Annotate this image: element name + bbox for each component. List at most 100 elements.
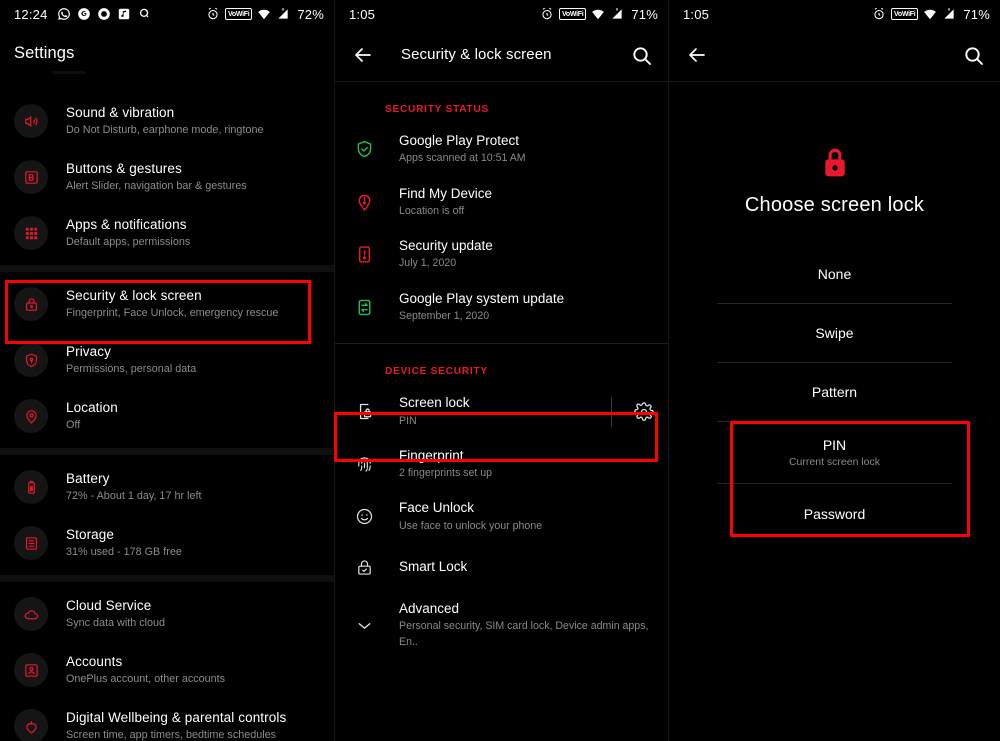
security-row-security-update[interactable]: Security update July 1, 2020 (335, 228, 668, 281)
vowifi-icon: VoWiFi (891, 8, 919, 20)
wifi-icon (923, 7, 937, 21)
settings-row-sound-vibration[interactable]: Sound & vibration Do Not Disturb, earpho… (0, 93, 334, 149)
shield-check-icon (351, 139, 377, 160)
row-title: Cloud Service (66, 597, 152, 613)
wellbeing-icon (14, 709, 48, 741)
status-time: 12:24 (14, 6, 48, 22)
security-row-fingerprint[interactable]: Fingerprint 2 fingerprints set up (335, 438, 668, 491)
whatsapp-icon (57, 7, 71, 21)
button-icon (14, 160, 48, 194)
screen-lock-option-swipe[interactable]: Swipe (717, 304, 952, 363)
row-title: Buttons & gestures (66, 160, 182, 176)
settings-row-battery[interactable]: Battery 72% - About 1 day, 17 hr left (0, 459, 334, 515)
system-update-icon (351, 297, 377, 318)
security-row-screen-lock[interactable]: Screen lock PIN (335, 385, 668, 438)
status-notification-icons (57, 7, 151, 21)
settings-row-digital-wellbeing[interactable]: Digital Wellbeing & parental controls Sc… (0, 698, 334, 741)
search-icon[interactable] (962, 44, 984, 66)
option-label: PIN (822, 437, 847, 453)
row-subtitle: Off (66, 418, 81, 431)
page-title: Settings (14, 44, 75, 62)
row-subtitle: Default apps, permissions (66, 235, 191, 248)
row-title: Google Play system update (399, 290, 565, 306)
security-row-advanced[interactable]: Advanced Personal security, SIM card loc… (335, 591, 668, 659)
row-subtitle: 72% - About 1 day, 17 hr left (66, 489, 202, 502)
option-label: None (817, 266, 852, 282)
panel-choose-screen-lock: 1:05 VoWiFi 71% Choose screen lock None (668, 0, 1000, 741)
signal-icon (942, 7, 956, 21)
row-subtitle: Do Not Disturb, earphone mode, ringtone (66, 123, 264, 136)
face-unlock-icon (351, 506, 377, 527)
row-title: Smart Lock (399, 558, 468, 574)
settings-row-buttons-gestures[interactable]: Buttons & gestures Alert Slider, navigat… (0, 149, 334, 205)
option-label: Swipe (815, 325, 854, 341)
settings-row-security-lock-screen[interactable]: Security & lock screen Fingerprint, Face… (0, 276, 334, 332)
settings-row-privacy[interactable]: Privacy Permissions, personal data (0, 332, 334, 388)
settings-row-location[interactable]: Location Off (0, 388, 334, 444)
battery-percent: 71% (963, 6, 990, 22)
option-sublabel: Current screen lock (788, 456, 881, 468)
row-subtitle: Use face to unlock your phone (399, 519, 543, 532)
group-divider (0, 575, 334, 582)
status-system-icons: VoWiFi 71% (872, 7, 990, 22)
volume-icon (14, 104, 48, 138)
security-row-google-play-protect[interactable]: Google Play Protect Apps scanned at 10:5… (335, 123, 668, 176)
camera-icon (97, 7, 111, 21)
screen-lock-option-pattern[interactable]: Pattern (717, 363, 952, 422)
chevron-down-icon (351, 615, 377, 636)
row-title: Face Unlock (399, 500, 475, 516)
back-arrow-icon[interactable] (685, 43, 709, 67)
security-row-face-unlock[interactable]: Face Unlock Use face to unlock your phon… (335, 490, 668, 543)
row-subtitle: Permissions, personal data (66, 362, 197, 375)
gear-icon[interactable] (634, 401, 654, 422)
row-subtitle: July 1, 2020 (399, 257, 457, 270)
section-header-device-security: DEVICE SECURITY (385, 366, 488, 378)
security-row-find-my-device[interactable]: Find My Device Location is off (335, 176, 668, 229)
group-divider (0, 448, 334, 455)
signal-icon (610, 7, 624, 21)
battery-percent: 72% (297, 6, 324, 22)
row-title: Apps & notifications (66, 216, 187, 232)
search-icon[interactable] (630, 44, 652, 66)
status-time: 1:05 (349, 6, 376, 22)
settings-row-storage[interactable]: Storage 31% used - 178 GB free (0, 515, 334, 571)
storage-icon (14, 526, 48, 560)
screen-lock-settings[interactable] (611, 396, 654, 427)
screen-lock-option-pin[interactable]: PIN Current screen lock (717, 422, 952, 484)
row-title: Battery (66, 470, 110, 486)
screen-lock-option-password[interactable]: Password (717, 484, 952, 543)
security-row-smart-lock[interactable]: Smart Lock (335, 543, 668, 591)
row-subtitle: Apps scanned at 10:51 AM (399, 152, 526, 165)
settings-row-cloud-service[interactable]: Cloud Service Sync data with cloud (0, 586, 334, 642)
privacy-shield-icon (14, 343, 48, 377)
back-arrow-icon[interactable] (351, 43, 375, 67)
row-title: Security update (399, 238, 493, 254)
screen-lock-icon (351, 401, 377, 422)
row-title: Find My Device (399, 185, 493, 201)
screen-lock-option-none[interactable]: None (717, 245, 952, 304)
option-label: Password (803, 505, 866, 522)
cloud-icon (14, 597, 48, 631)
row-subtitle: PIN (399, 414, 417, 427)
alarm-icon (872, 7, 886, 21)
status-time: 1:05 (683, 6, 710, 22)
battery-icon (14, 470, 48, 504)
panel-settings: 12:24 VoWiFi 72% Settings Sound & vibrat… (0, 0, 334, 741)
row-title: Google Play Protect (399, 133, 520, 148)
row-title: Digital Wellbeing & parental controls (66, 709, 287, 725)
group-divider (0, 265, 334, 272)
settings-row-apps-notifications[interactable]: Apps & notifications Default apps, permi… (0, 205, 334, 261)
fingerprint-icon (351, 454, 377, 475)
row-subtitle: September 1, 2020 (399, 309, 490, 322)
row-subtitle: 31% used - 178 GB free (66, 545, 182, 558)
row-title: Fingerprint (399, 447, 464, 463)
row-subtitle: 2 fingerprints set up (399, 467, 493, 480)
settings-row-accounts[interactable]: Accounts OnePlus account, other accounts (0, 642, 334, 698)
security-row-google-play-system-update[interactable]: Google Play system update September 1, 2… (335, 281, 668, 334)
status-bar-2: 1:05 VoWiFi 71% (335, 0, 668, 28)
section-header-security-status: SECURITY STATUS (385, 104, 489, 115)
scrolled-partial-row (0, 63, 334, 93)
google-icon (77, 7, 91, 21)
battery-percent: 71% (631, 6, 658, 22)
vertical-separator (611, 396, 612, 427)
